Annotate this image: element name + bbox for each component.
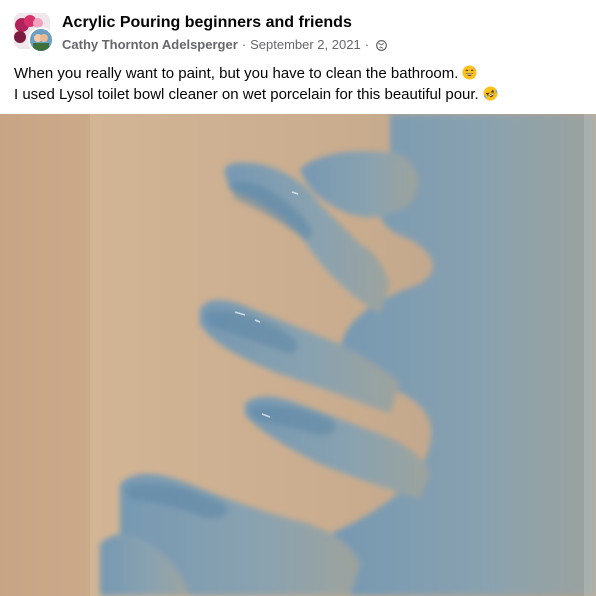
post-text: When you really want to paint, but you h… <box>14 63 584 105</box>
post-meta: Cathy Thornton Adelsperger · September 2… <box>62 37 387 52</box>
user-avatar[interactable] <box>28 27 54 53</box>
grinning-sweat-emoji-icon <box>462 65 477 80</box>
avatar-stack[interactable] <box>14 13 54 53</box>
post-text-line-2: I used Lysol toilet bowl cleaner on wet … <box>14 86 479 103</box>
acrylic-pour-image <box>0 114 596 596</box>
post-date[interactable]: September 2, 2021 <box>250 37 361 52</box>
post-text-line: When you really want to paint, but you h… <box>14 63 584 84</box>
group-name[interactable]: Acrylic Pouring beginners and friends <box>62 14 352 32</box>
globe-icon <box>376 39 387 51</box>
meta-separator: · <box>364 37 370 52</box>
author-name[interactable]: Cathy Thornton Adelsperger <box>62 37 238 52</box>
rolling-laughing-emoji-icon <box>483 86 498 101</box>
post-photo[interactable] <box>0 114 596 596</box>
post-text-line-1: When you really want to paint, but you h… <box>14 65 459 82</box>
meta-separator: · <box>241 37 247 52</box>
post-header: Acrylic Pouring beginners and friends Ca… <box>0 0 596 58</box>
post-text-line: I used Lysol toilet bowl cleaner on wet … <box>14 84 584 105</box>
